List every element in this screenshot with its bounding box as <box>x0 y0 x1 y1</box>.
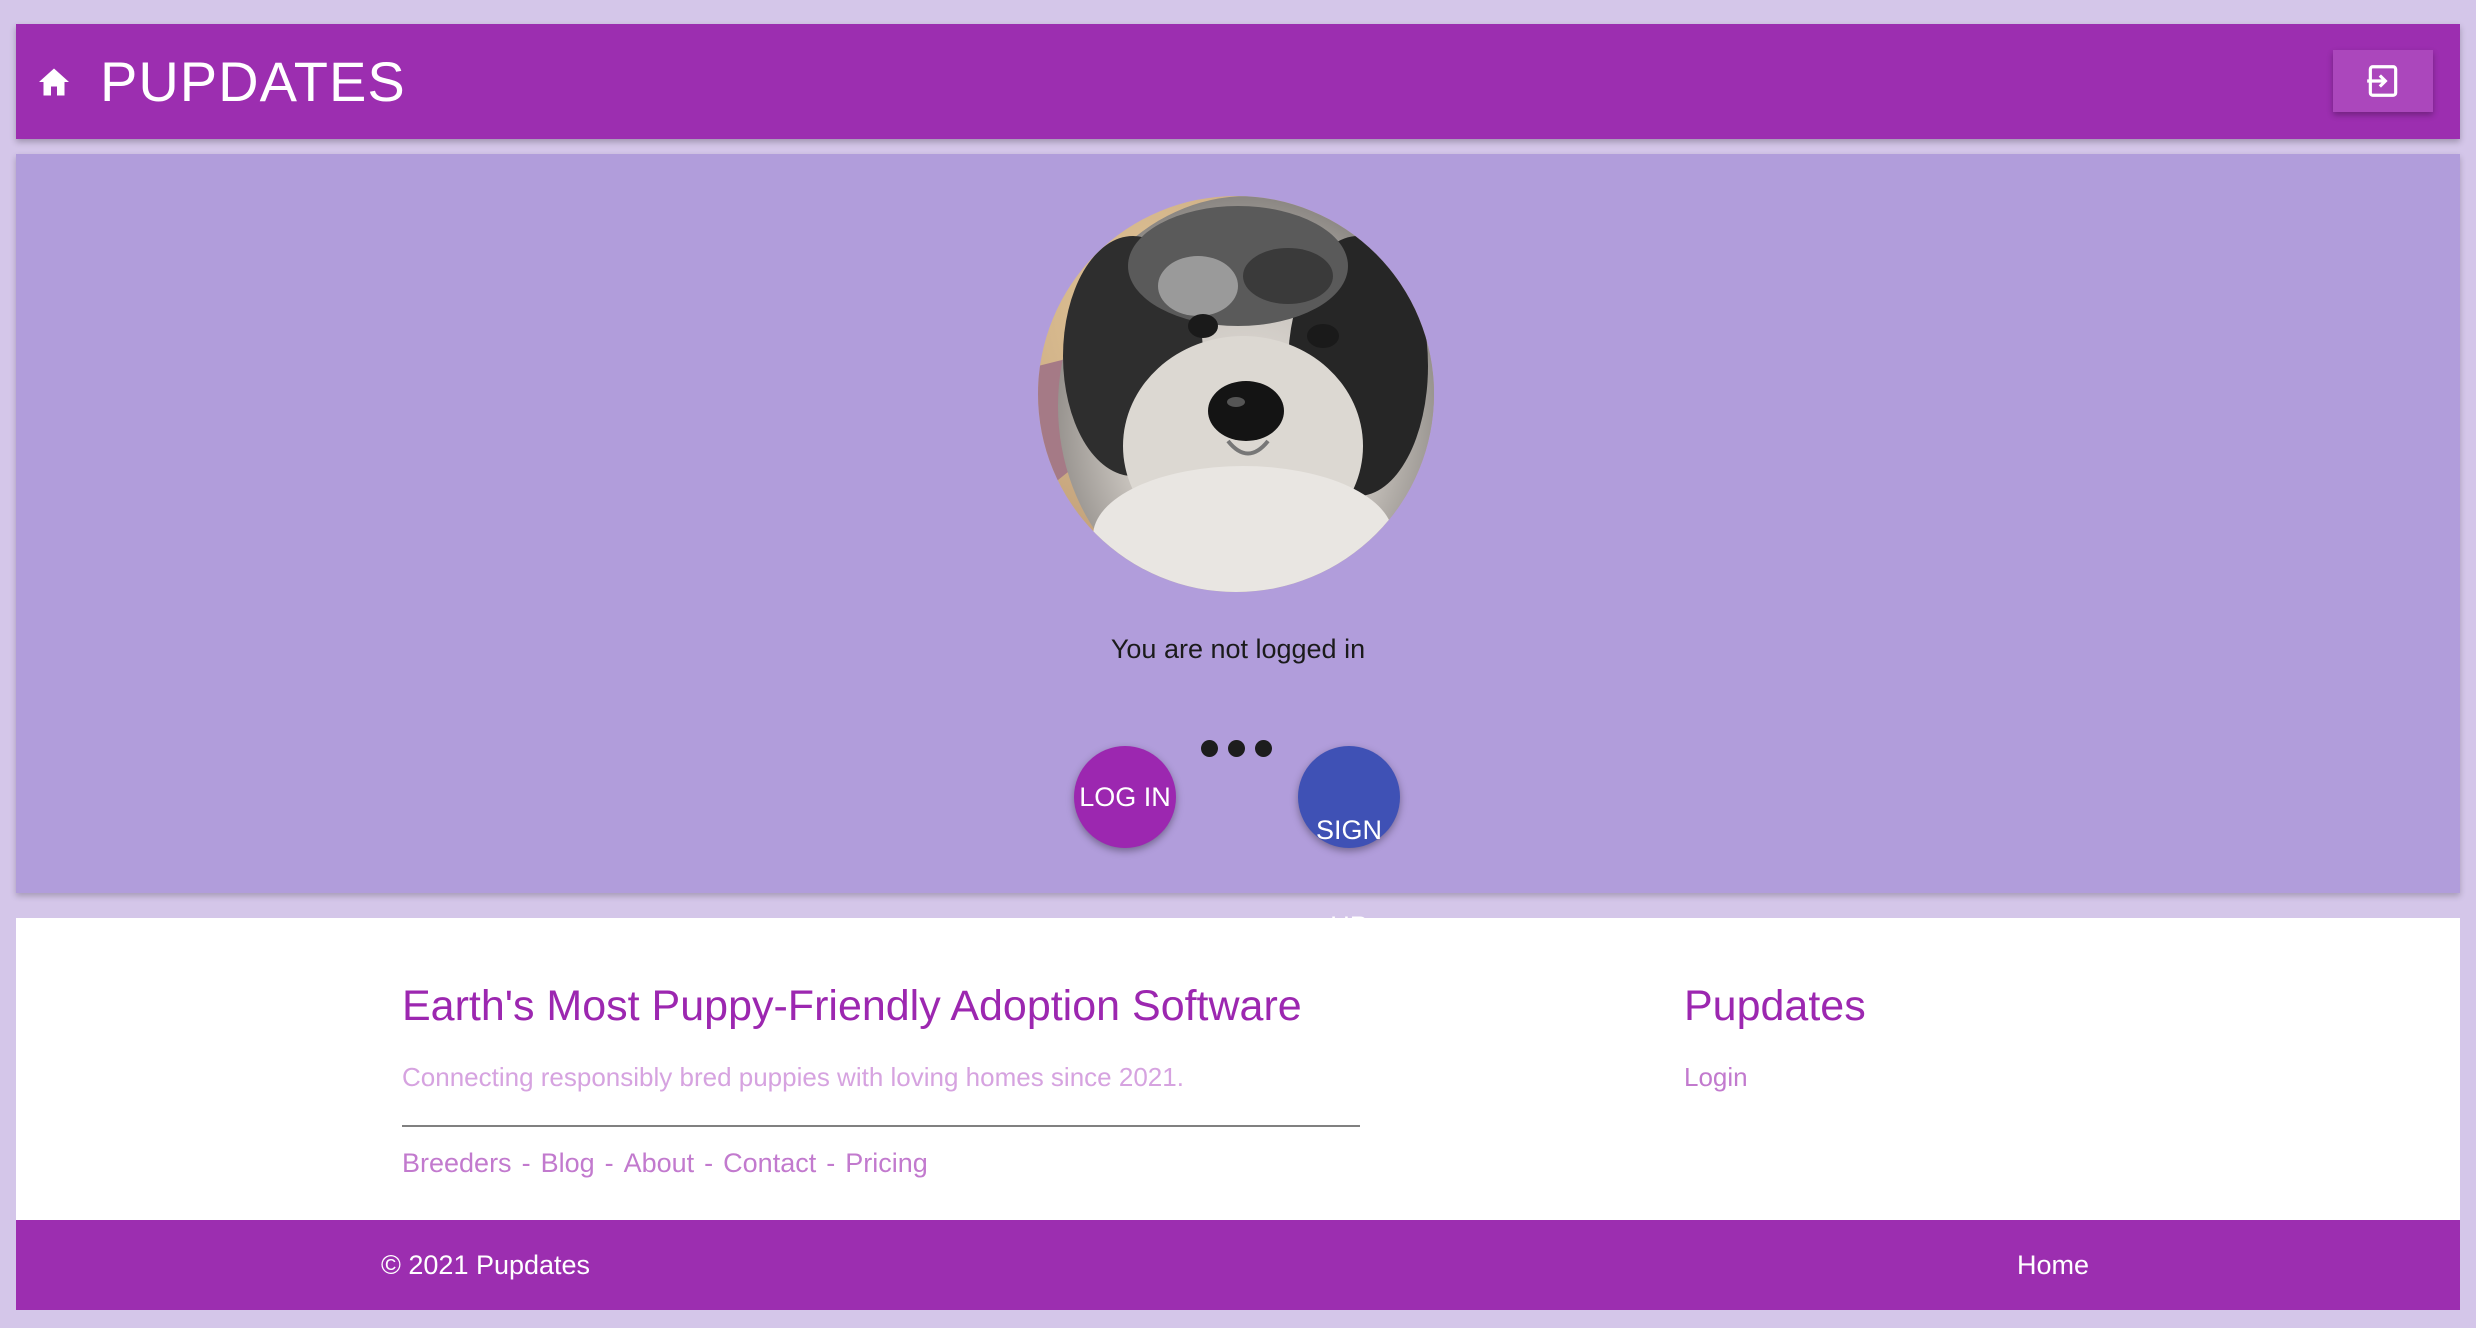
hero-card: You are not logged in LOG IN SIGN UP <box>16 154 2460 941</box>
footer-divider <box>402 1125 1360 1127</box>
footer-link-blog[interactable]: Blog <box>541 1148 595 1178</box>
footer-link-about[interactable]: About <box>624 1148 695 1178</box>
home-icon[interactable] <box>34 62 74 102</box>
copyright-text: © 2021 Pupdates <box>381 1250 591 1280</box>
signup-button[interactable]: SIGN UP <box>1298 746 1400 941</box>
more-dots-icon <box>1201 740 1272 757</box>
link-separator: - <box>604 1148 614 1178</box>
login-button-label: LOG IN <box>1079 781 1171 812</box>
footer-link-breeders[interactable]: Breeders <box>402 1148 512 1178</box>
top-app-bar: PUPDATES <box>16 24 2460 139</box>
login-status-text: You are not logged in <box>1110 634 1366 664</box>
app-title: PUPDATES <box>100 50 406 113</box>
footer-links: Breeders - Blog - About - Contact - Pricing <box>402 1148 928 1179</box>
dog-avatar <box>1038 196 1434 592</box>
footer-column-title: Pupdates <box>1684 982 1866 1030</box>
link-separator: - <box>704 1148 714 1178</box>
logout-button[interactable] <box>2333 50 2433 112</box>
footer-link-contact[interactable]: Contact <box>723 1148 816 1178</box>
footer: Earth's Most Puppy-Friendly Adoption Sof… <box>16 918 2460 1220</box>
footer-bottom-bar: © 2021 Pupdates Home <box>16 1220 2460 1310</box>
footer-link-pricing[interactable]: Pricing <box>845 1148 928 1178</box>
footer-tagline-subtitle: Connecting responsibly bred puppies with… <box>402 1062 1184 1092</box>
footer-home-link[interactable]: Home <box>2017 1250 2089 1281</box>
footer-tagline-title: Earth's Most Puppy-Friendly Adoption Sof… <box>402 982 1302 1030</box>
footer-login-link[interactable]: Login <box>1684 1062 1748 1093</box>
logout-icon <box>2367 65 2398 97</box>
link-separator: - <box>521 1148 531 1178</box>
link-separator: - <box>826 1148 836 1178</box>
login-button[interactable]: LOG IN <box>1074 746 1176 848</box>
